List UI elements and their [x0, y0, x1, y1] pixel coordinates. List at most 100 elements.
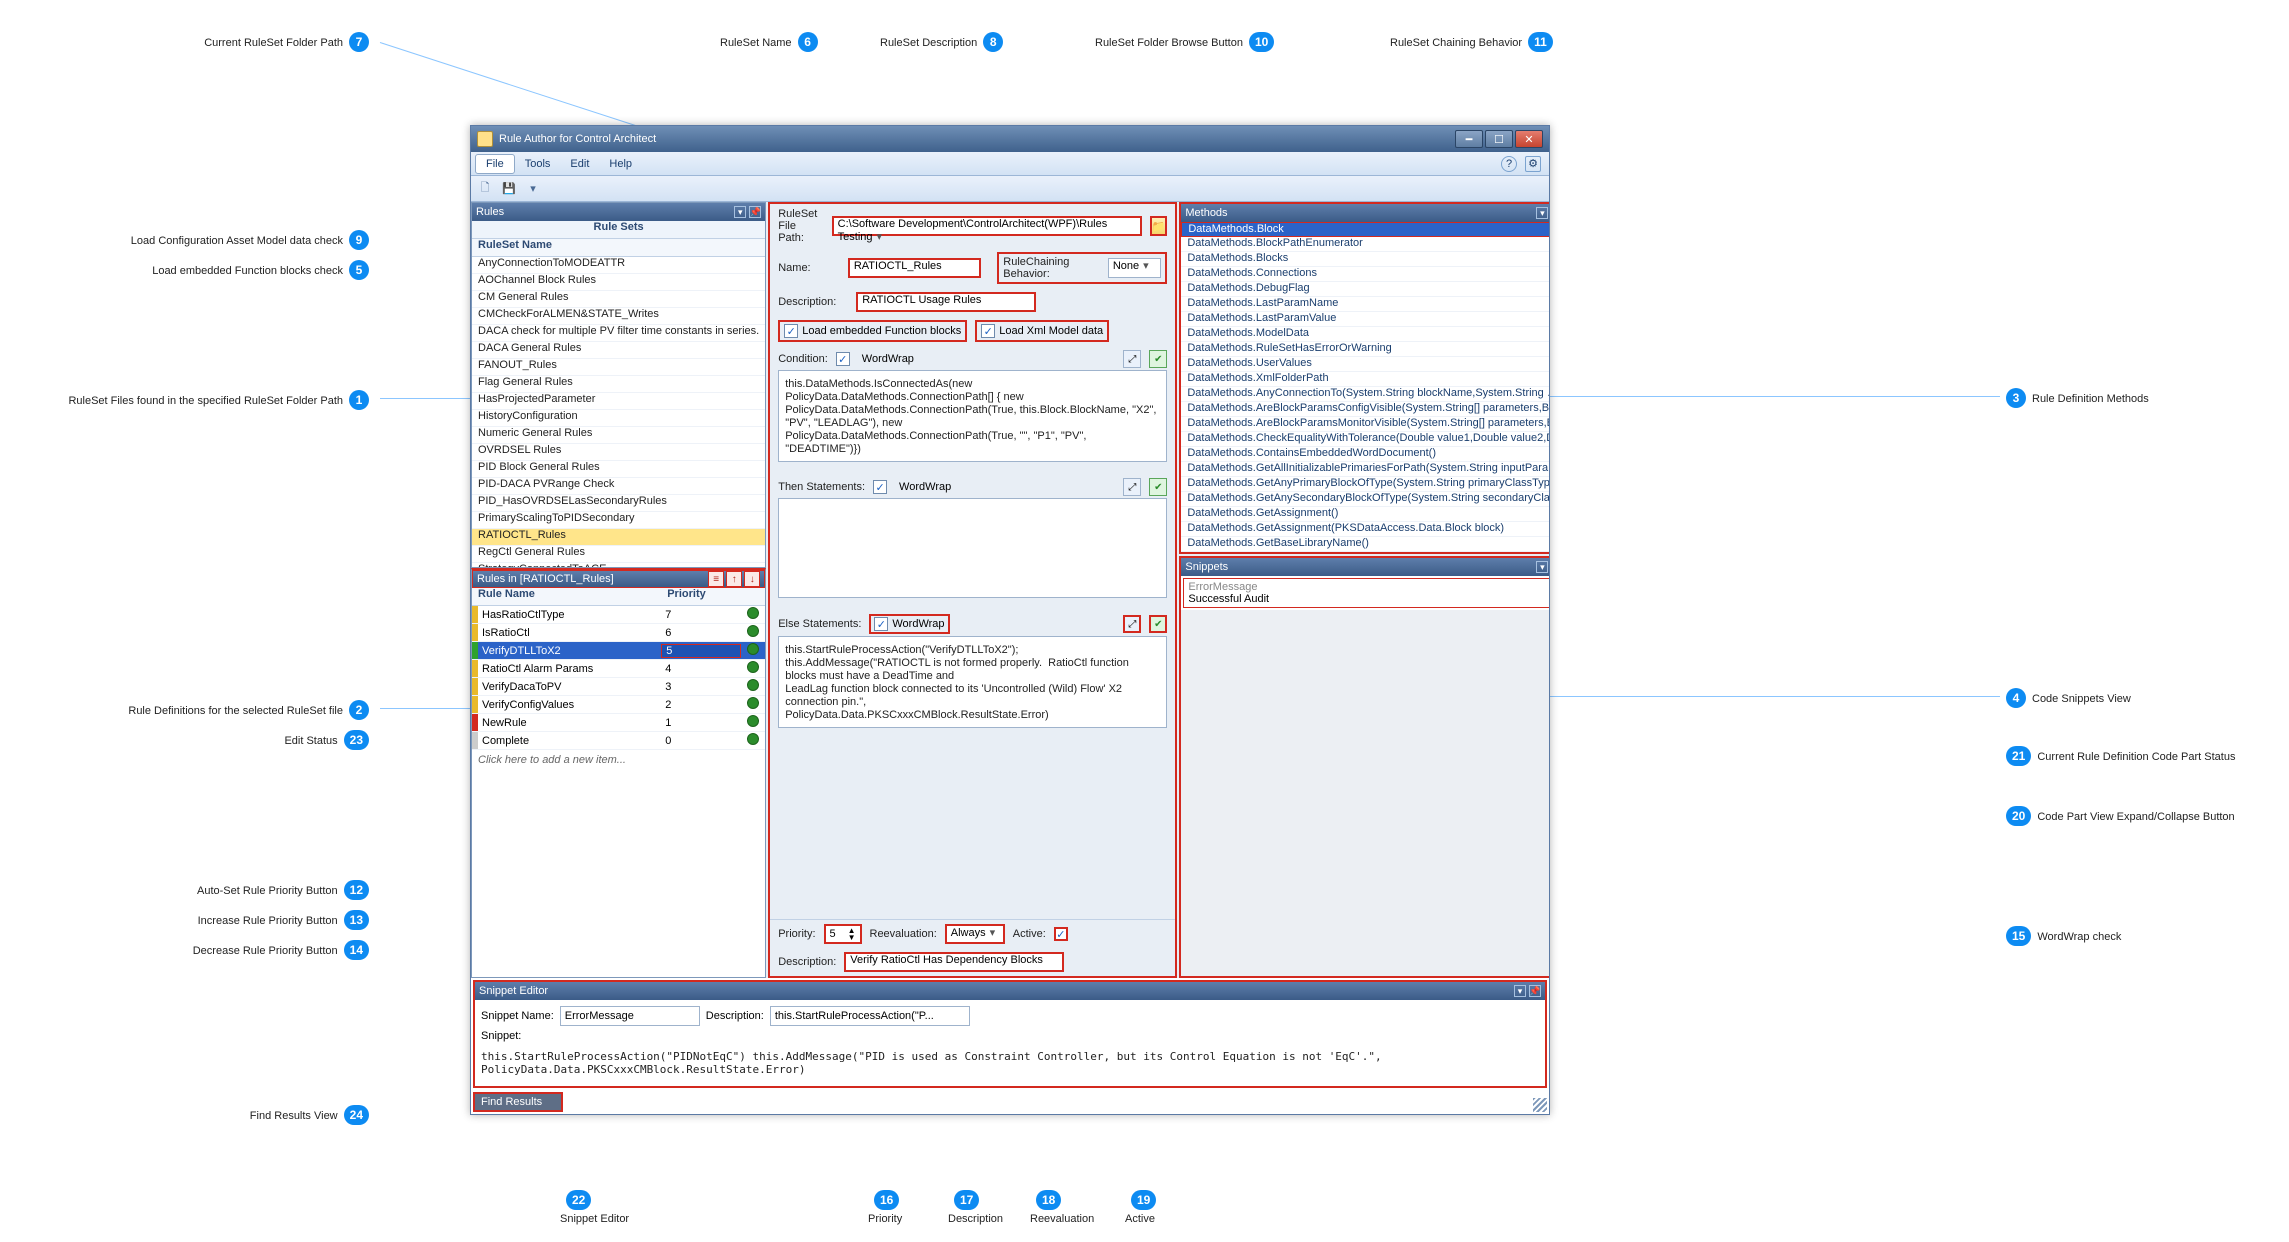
ruleset-row[interactable]: AOChannel Block Rules: [472, 274, 765, 291]
ruleset-row[interactable]: DACA General Rules: [472, 342, 765, 359]
method-row[interactable]: DataMethods.GetAnySecondaryBlockOfType(S…: [1181, 492, 1549, 507]
rule-row[interactable]: HasRatioCtlType 7: [472, 606, 765, 624]
snippets-dd-icon[interactable]: ▾: [1536, 561, 1548, 573]
rule-row[interactable]: VerifyConfigValues 2: [472, 696, 765, 714]
ruleset-row[interactable]: PID Block General Rules: [472, 461, 765, 478]
method-row[interactable]: DataMethods.ContainsEmbeddedWordDocument…: [1181, 447, 1549, 462]
ruleset-desc-input[interactable]: RATIOCTL Usage Rules: [856, 292, 1036, 312]
rule-row[interactable]: NewRule 1: [472, 714, 765, 732]
chain-behavior-select[interactable]: None: [1108, 258, 1162, 278]
menu-tools[interactable]: Tools: [515, 155, 561, 173]
minimize-button[interactable]: ━: [1455, 130, 1483, 148]
titlebar[interactable]: Rule Author for Control Architect ━ ☐ ✕: [471, 126, 1549, 152]
decrease-priority-button[interactable]: ↓: [744, 571, 760, 587]
condition-wordwrap-check[interactable]: [836, 352, 850, 366]
ruleset-name-col[interactable]: RuleSet Name: [472, 239, 765, 257]
method-row[interactable]: DataMethods.GetAssignment(PKSDataAccess.…: [1181, 522, 1549, 537]
snip-desc-input[interactable]: [770, 1006, 970, 1026]
ruleset-row[interactable]: PID-DACA PVRange Check: [472, 478, 765, 495]
method-row[interactable]: DataMethods.XmlFolderPath: [1181, 372, 1549, 387]
else-expand-button[interactable]: ⤢: [1123, 615, 1141, 633]
method-row[interactable]: DataMethods.AreBlockParamsMonitorVisible…: [1181, 417, 1549, 432]
method-row[interactable]: DataMethods.DebugFlag: [1181, 282, 1549, 297]
ruleset-row[interactable]: RegCtl General Rules: [472, 546, 765, 563]
save-dd-icon[interactable]: ▾: [523, 179, 543, 199]
find-results-tab[interactable]: Find Results: [473, 1092, 563, 1112]
ruleset-row[interactable]: FANOUT_Rules: [472, 359, 765, 376]
rule-row[interactable]: RatioCtl Alarm Params 4: [472, 660, 765, 678]
method-row[interactable]: DataMethods.GetAllInitializablePrimaries…: [1181, 462, 1549, 477]
ruleset-row[interactable]: DACA check for multiple PV filter time c…: [472, 325, 765, 342]
snip-code[interactable]: this.StartRuleProcessAction("PIDNotEqC")…: [481, 1046, 1539, 1080]
ruleset-list[interactable]: AnyConnectionToMODEATTRAOChannel Block R…: [472, 257, 765, 567]
add-new-rule[interactable]: Click here to add a new item...: [472, 750, 765, 770]
filepath-input[interactable]: C:\Software Development\ControlArchitect…: [832, 216, 1142, 236]
ruleset-row[interactable]: PrimaryScalingToPIDSecondary: [472, 512, 765, 529]
then-wordwrap-check[interactable]: [873, 480, 887, 494]
else-code[interactable]: this.StartRuleProcessAction("VerifyDTLLT…: [778, 636, 1167, 728]
increase-priority-button[interactable]: ↑: [726, 571, 742, 587]
close-button[interactable]: ✕: [1515, 130, 1543, 148]
rule-row[interactable]: Complete 0: [472, 732, 765, 750]
condition-expand-button[interactable]: ⤢: [1123, 350, 1141, 368]
methods-list[interactable]: DataMethods.BlockDataMethods.BlockPathEn…: [1181, 222, 1549, 552]
condition-code[interactable]: this.DataMethods.IsConnectedAs(new Polic…: [778, 370, 1167, 462]
rules-in-list[interactable]: HasRatioCtlType 7 IsRatioCtl 6 VerifyDTL…: [472, 606, 765, 750]
rule-row[interactable]: IsRatioCtl 6: [472, 624, 765, 642]
pin-icon[interactable]: 📌: [749, 206, 761, 218]
snippet-item[interactable]: ErrorMessage Successful Audit: [1183, 578, 1549, 608]
method-row[interactable]: DataMethods.Blocks: [1181, 252, 1549, 267]
dropdown-icon[interactable]: ▾: [734, 206, 746, 218]
menu-help[interactable]: Help: [599, 155, 642, 173]
sned-dd-icon[interactable]: ▾: [1514, 985, 1526, 997]
options-icon[interactable]: ⚙: [1525, 156, 1541, 172]
ruleset-row[interactable]: PID_HasOVRDSELasSecondaryRules: [472, 495, 765, 512]
method-row[interactable]: DataMethods.GetAssignment(): [1181, 507, 1549, 522]
browse-folder-button[interactable]: 📁: [1150, 216, 1168, 236]
method-row[interactable]: DataMethods.LastParamName: [1181, 297, 1549, 312]
reeval-select[interactable]: Always: [945, 924, 1005, 944]
save-icon[interactable]: 💾: [499, 179, 519, 199]
methods-dd-icon[interactable]: ▾: [1536, 207, 1548, 219]
active-checkbox[interactable]: [1054, 927, 1068, 941]
load-embedded-checkbox[interactable]: [784, 324, 798, 338]
method-row[interactable]: DataMethods.GetAnyPrimaryBlockOfType(Sys…: [1181, 477, 1549, 492]
method-row[interactable]: DataMethods.Connections: [1181, 267, 1549, 282]
ruleset-row[interactable]: Numeric General Rules: [472, 427, 765, 444]
ruleset-row[interactable]: HistoryConfiguration: [472, 410, 765, 427]
maximize-button[interactable]: ☐: [1485, 130, 1513, 148]
resize-grip[interactable]: [1533, 1098, 1547, 1112]
method-row[interactable]: DataMethods.Block: [1181, 222, 1549, 237]
method-row[interactable]: DataMethods.AreBlockParamsConfigVisible(…: [1181, 402, 1549, 417]
ruleset-row[interactable]: CM General Rules: [472, 291, 765, 308]
method-row[interactable]: DataMethods.ModelData: [1181, 327, 1549, 342]
autoset-priority-button[interactable]: ≡: [708, 571, 724, 587]
ruleset-row[interactable]: OVRDSEL Rules: [472, 444, 765, 461]
then-expand-button[interactable]: ⤢: [1123, 478, 1141, 496]
menu-edit[interactable]: Edit: [560, 155, 599, 173]
ruleset-row[interactable]: RATIOCTL_Rules: [472, 529, 765, 546]
rule-priority-col[interactable]: Priority: [661, 588, 741, 605]
else-wordwrap-check[interactable]: [874, 617, 888, 631]
rule-row[interactable]: VerifyDacaToPV 3: [472, 678, 765, 696]
load-xml-checkbox[interactable]: [981, 324, 995, 338]
ruleset-row[interactable]: HasProjectedParameter: [472, 393, 765, 410]
method-row[interactable]: DataMethods.UserValues: [1181, 357, 1549, 372]
snip-name-input[interactable]: [560, 1006, 700, 1026]
help-icon[interactable]: ?: [1501, 156, 1517, 172]
new-icon[interactable]: 🗋: [475, 179, 495, 199]
sned-pin-icon[interactable]: 📌: [1529, 985, 1541, 997]
ruleset-row[interactable]: AnyConnectionToMODEATTR: [472, 257, 765, 274]
method-row[interactable]: DataMethods.CheckEqualityWithTolerance(D…: [1181, 432, 1549, 447]
ruleset-row[interactable]: StrategyConnectedToACE: [472, 563, 765, 567]
ruleset-row[interactable]: Flag General Rules: [472, 376, 765, 393]
rule-row[interactable]: VerifyDTLLToX2 5: [472, 642, 765, 660]
rules-panel-header[interactable]: Rules ▾ 📌: [472, 203, 765, 221]
method-row[interactable]: DataMethods.GetBaseLibraryName(): [1181, 537, 1549, 552]
rule-desc-input[interactable]: Verify RatioCtl Has Dependency Blocks: [844, 952, 1064, 972]
method-row[interactable]: DataMethods.RuleSetHasErrorOrWarning: [1181, 342, 1549, 357]
method-row[interactable]: DataMethods.BlockPathEnumerator: [1181, 237, 1549, 252]
menu-file[interactable]: File: [475, 154, 515, 174]
priority-stepper[interactable]: ▲▼: [848, 927, 856, 941]
ruleset-name-input[interactable]: RATIOCTL_Rules: [848, 258, 981, 278]
